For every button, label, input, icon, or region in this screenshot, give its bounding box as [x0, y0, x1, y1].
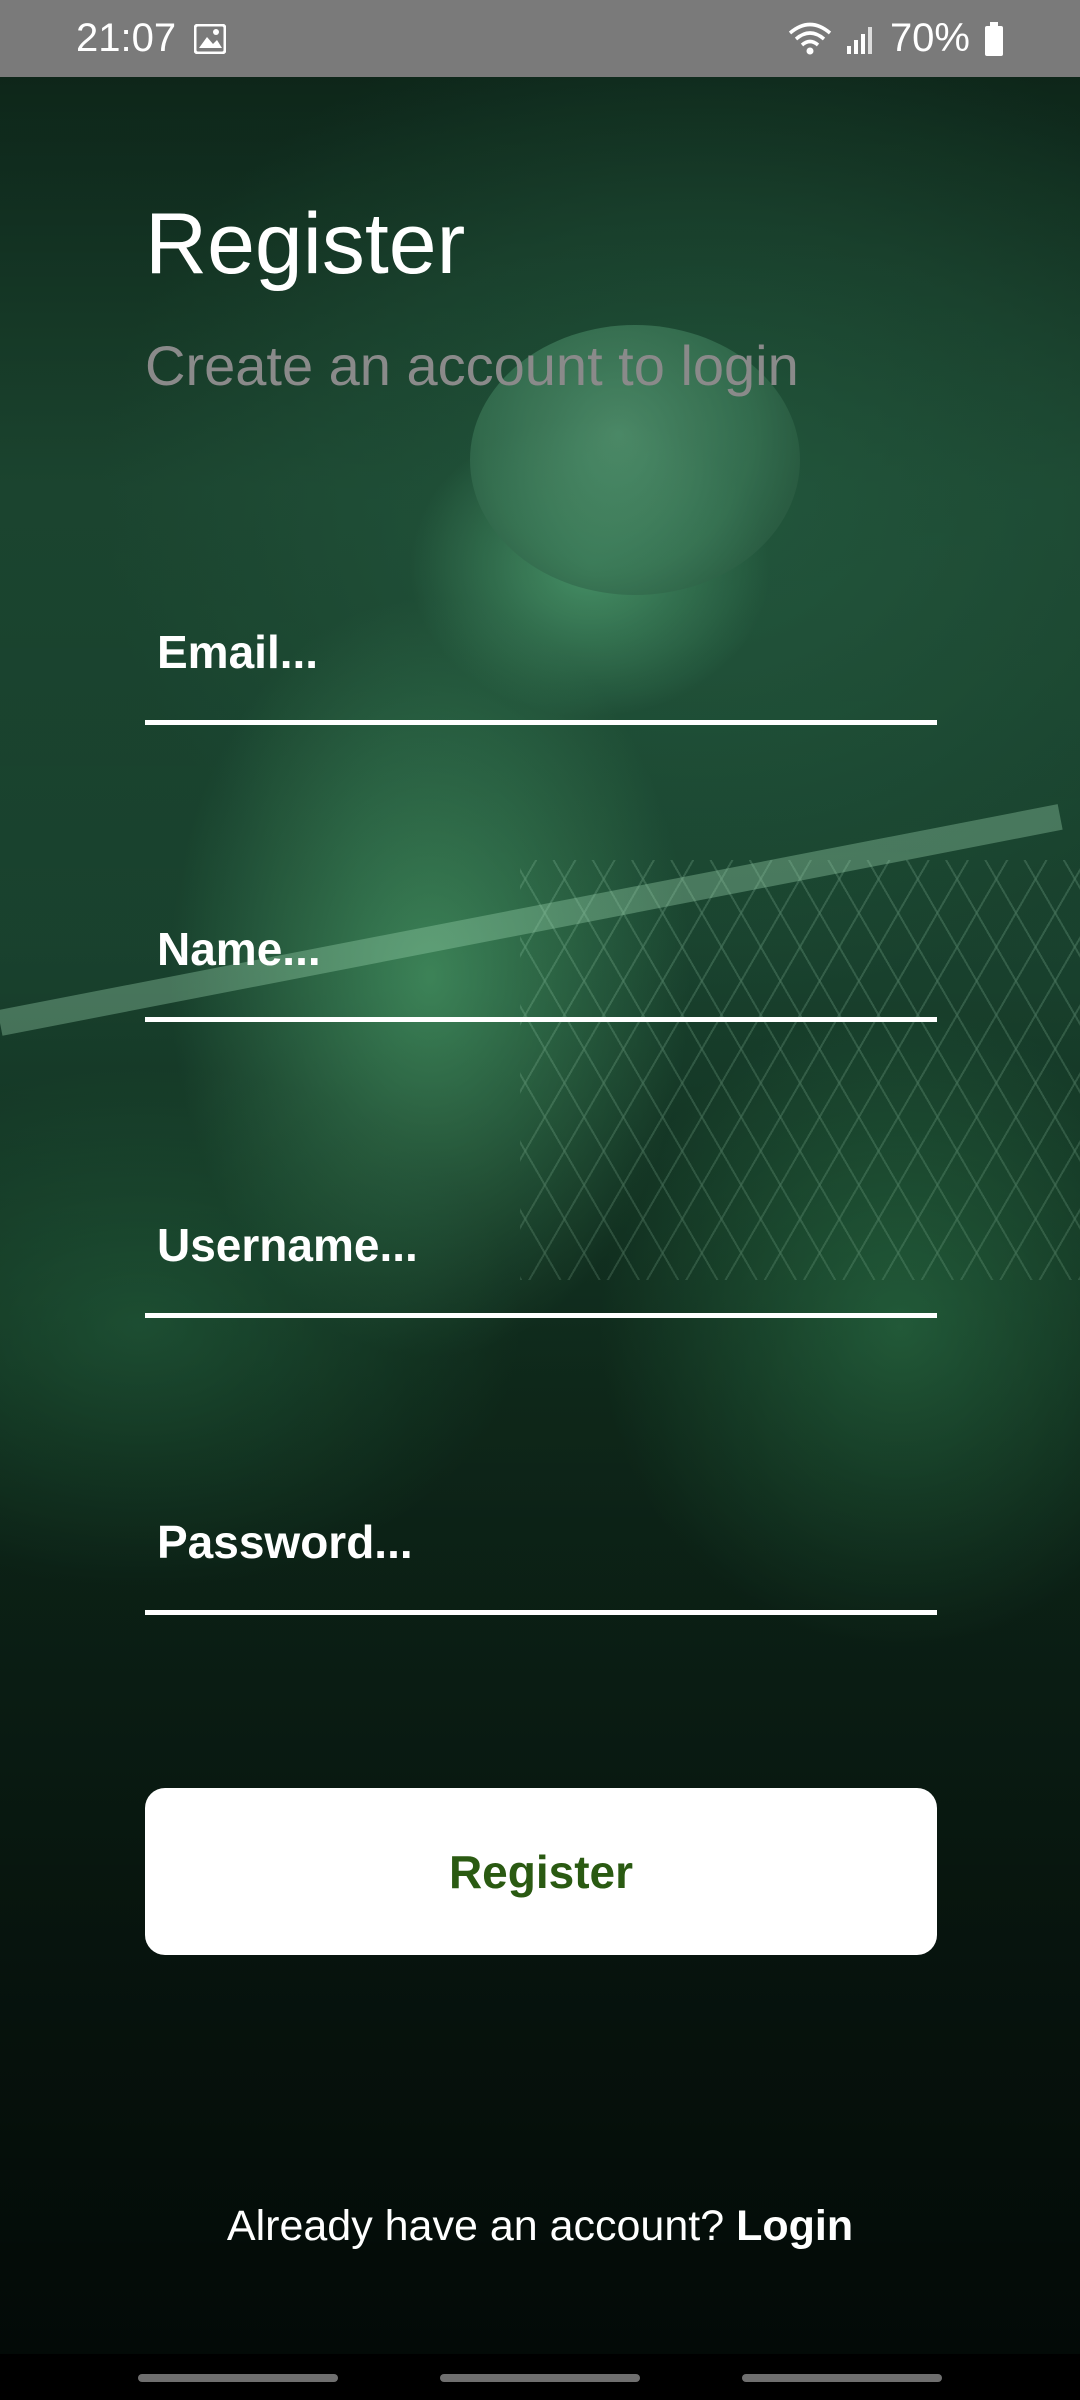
- username-input[interactable]: [157, 1213, 927, 1277]
- username-field[interactable]: [145, 1186, 937, 1318]
- battery-icon: [984, 21, 1004, 56]
- login-question: Already have an account?: [226, 2202, 725, 2250]
- status-time: 21:07: [76, 16, 177, 60]
- gallery-icon: [194, 23, 227, 54]
- recent-apps-button[interactable]: [138, 2374, 338, 2382]
- password-field[interactable]: [145, 1483, 937, 1615]
- password-input[interactable]: [157, 1510, 927, 1574]
- login-prompt: Already have an account? Login: [0, 2202, 1080, 2251]
- email-field[interactable]: [145, 593, 937, 725]
- home-button[interactable]: [440, 2374, 640, 2382]
- register-button[interactable]: Register: [145, 1788, 937, 1955]
- battery-percent: 70%: [889, 16, 970, 60]
- register-form-container: Register Create an account to login Regi…: [0, 0, 1080, 2400]
- signal-icon: [846, 24, 876, 54]
- back-button[interactable]: [742, 2374, 942, 2382]
- status-bar: 21:07 70%: [0, 0, 1080, 77]
- name-field[interactable]: [145, 890, 937, 1022]
- wifi-icon: [788, 22, 832, 56]
- email-input[interactable]: [157, 620, 927, 684]
- login-link[interactable]: Login: [736, 2202, 853, 2250]
- page-subtitle: Create an account to login: [145, 334, 799, 397]
- navigation-bar: [0, 2354, 1080, 2400]
- register-screen: 21:07 70% Register Create an account to …: [0, 0, 1080, 2400]
- name-input[interactable]: [157, 917, 927, 981]
- page-title: Register: [145, 196, 466, 292]
